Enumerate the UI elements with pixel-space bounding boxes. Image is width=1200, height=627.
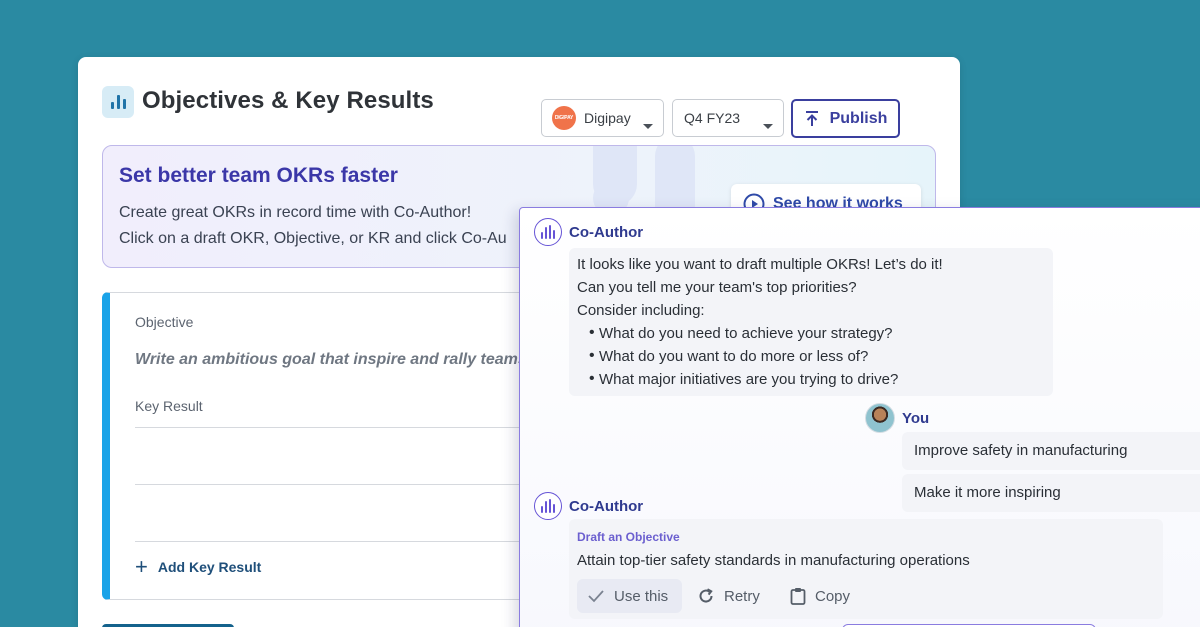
objective-label: Objective (135, 314, 194, 330)
bar-chart-icon (102, 86, 134, 118)
retry-icon (699, 588, 713, 603)
message-line: It looks like you want to draft multiple… (577, 256, 943, 273)
user-sender-name: You (902, 410, 930, 427)
plus-icon: + (135, 554, 148, 579)
chevron-down-icon (763, 124, 773, 129)
coauthor-chat-panel: Co-Author It looks like you want to draf… (519, 207, 1200, 627)
objective-input[interactable]: Write an ambitious goal that inspire and… (135, 351, 559, 369)
key-result-label: Key Result (135, 398, 203, 414)
draft-objective-card: Draft an Objective Attain top-tier safet… (569, 519, 1163, 619)
banner-line-1: Create great OKRs in record time with Co… (119, 204, 472, 221)
coauthor-logo-icon (534, 218, 562, 246)
check-icon (588, 590, 604, 603)
add-key-result-button[interactable]: + Add Key Result (135, 556, 261, 578)
use-this-button[interactable]: Use this (577, 579, 683, 613)
user-reply-bubble: Make it more inspiring (902, 474, 1200, 512)
add-key-result-label: Add Key Result (157, 559, 262, 575)
banner-line-2: Click on a draft OKR, Objective, or KR a… (119, 230, 507, 247)
message-bullet: What do you need to achieve your strateg… (589, 324, 892, 342)
user-reply-text: Improve safety in manufacturing (914, 442, 1128, 459)
draft-objective-text: Attain top-tier safety standards in manu… (577, 552, 970, 569)
message-bullet: What major initiatives are you trying to… (589, 370, 898, 388)
coauthor-message-bubble: It looks like you want to draft multiple… (569, 248, 1053, 396)
quarter-select[interactable]: Q4 FY23 (672, 99, 784, 137)
org-select-value: Digipay (584, 110, 631, 126)
clipboard-icon (790, 588, 806, 605)
user-reply-bubble: Improve safety in manufacturing (902, 432, 1200, 470)
org-logo: DIGIPAY (552, 106, 576, 130)
message-line: Can you tell me your team's top prioriti… (577, 279, 857, 296)
use-this-label: Use this (614, 587, 669, 605)
page-title: Objectives & Key Results (142, 87, 434, 114)
message-line: Consider including: (577, 302, 705, 319)
message-bullet: What do you want to do more or less of? (589, 347, 868, 365)
copy-label: Copy (815, 587, 851, 605)
retry-button[interactable]: Retry (697, 579, 760, 613)
chevron-down-icon (643, 124, 653, 129)
copy-button[interactable]: Copy (790, 579, 850, 613)
coauthor-sender-name: Co-Author (569, 224, 644, 241)
upload-icon (805, 110, 818, 126)
draft-objective-label: Draft an Objective (577, 530, 680, 544)
publish-button[interactable]: Publish (791, 99, 900, 138)
user-avatar (865, 403, 895, 433)
retry-label: Retry (724, 587, 760, 605)
coauthor-logo-icon (534, 492, 562, 520)
publish-label: Publish (829, 109, 888, 127)
quarter-select-value: Q4 FY23 (684, 110, 741, 126)
user-reply-text: Make it more inspiring (914, 484, 1061, 501)
banner-title: Set better team OKRs faster (119, 164, 398, 187)
org-select[interactable]: DIGIPAY Digipay (541, 99, 664, 137)
coauthor-sender-name: Co-Author (569, 498, 644, 515)
